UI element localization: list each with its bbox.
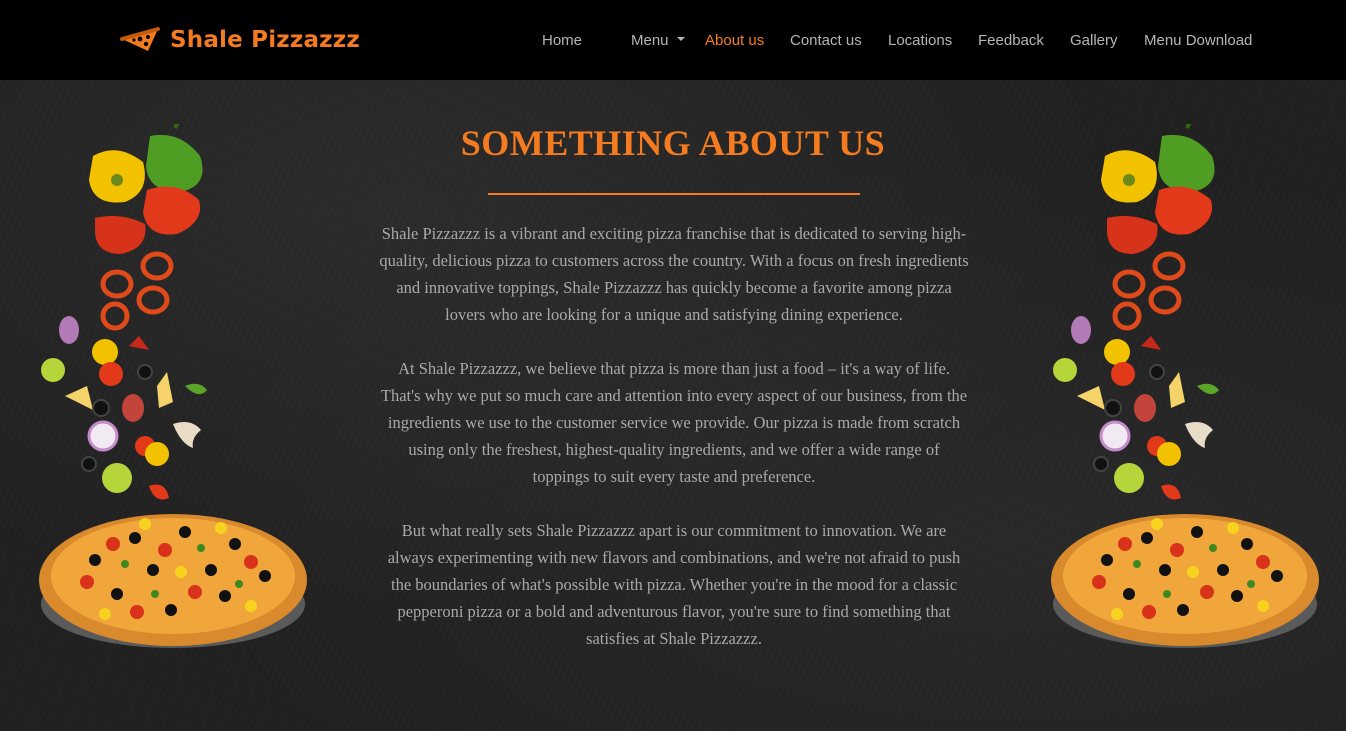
about-section: SOMETHING ABOUT US Shale Pizzazzz is a v… — [0, 80, 1346, 731]
about-paragraph-1: Shale Pizzazzz is a vibrant and exciting… — [379, 224, 969, 324]
about-paragraph-2: At Shale Pizzazzz, we believe that pizza… — [380, 359, 968, 486]
nav-home[interactable]: Home — [542, 32, 582, 49]
ingredients-group — [1053, 124, 1219, 500]
chevron-down-icon — [676, 37, 685, 42]
page-title: SOMETHING ABOUT US — [460, 123, 886, 163]
nav-menu-label: Menu — [631, 32, 669, 49]
title-divider — [488, 193, 860, 195]
about-paragraph-3: But what really sets Shale Pizzazzz apar… — [387, 521, 961, 648]
main-nav: Home Menu About us Contact us Locations … — [0, 0, 1346, 80]
nav-contact-us[interactable]: Contact us — [790, 32, 862, 49]
pizza-group — [1051, 514, 1319, 648]
ingredients-group — [41, 124, 207, 500]
pizza-group — [39, 514, 307, 648]
about-body: Shale Pizzazzz is a vibrant and exciting… — [378, 220, 970, 679]
nav-menu-download[interactable]: Menu Download — [1144, 32, 1252, 49]
pizza-ingredients-image — [39, 124, 307, 648]
nav-about-us[interactable]: About us — [705, 32, 764, 49]
top-navbar: Shale Pizzazzz Home Menu About us Contac… — [0, 0, 1346, 80]
nav-gallery[interactable]: Gallery — [1070, 32, 1118, 49]
nav-locations[interactable]: Locations — [888, 32, 952, 49]
pizza-ingredients-image — [1051, 124, 1319, 648]
nav-feedback[interactable]: Feedback — [978, 32, 1044, 49]
nav-menu[interactable]: Menu — [631, 32, 685, 49]
